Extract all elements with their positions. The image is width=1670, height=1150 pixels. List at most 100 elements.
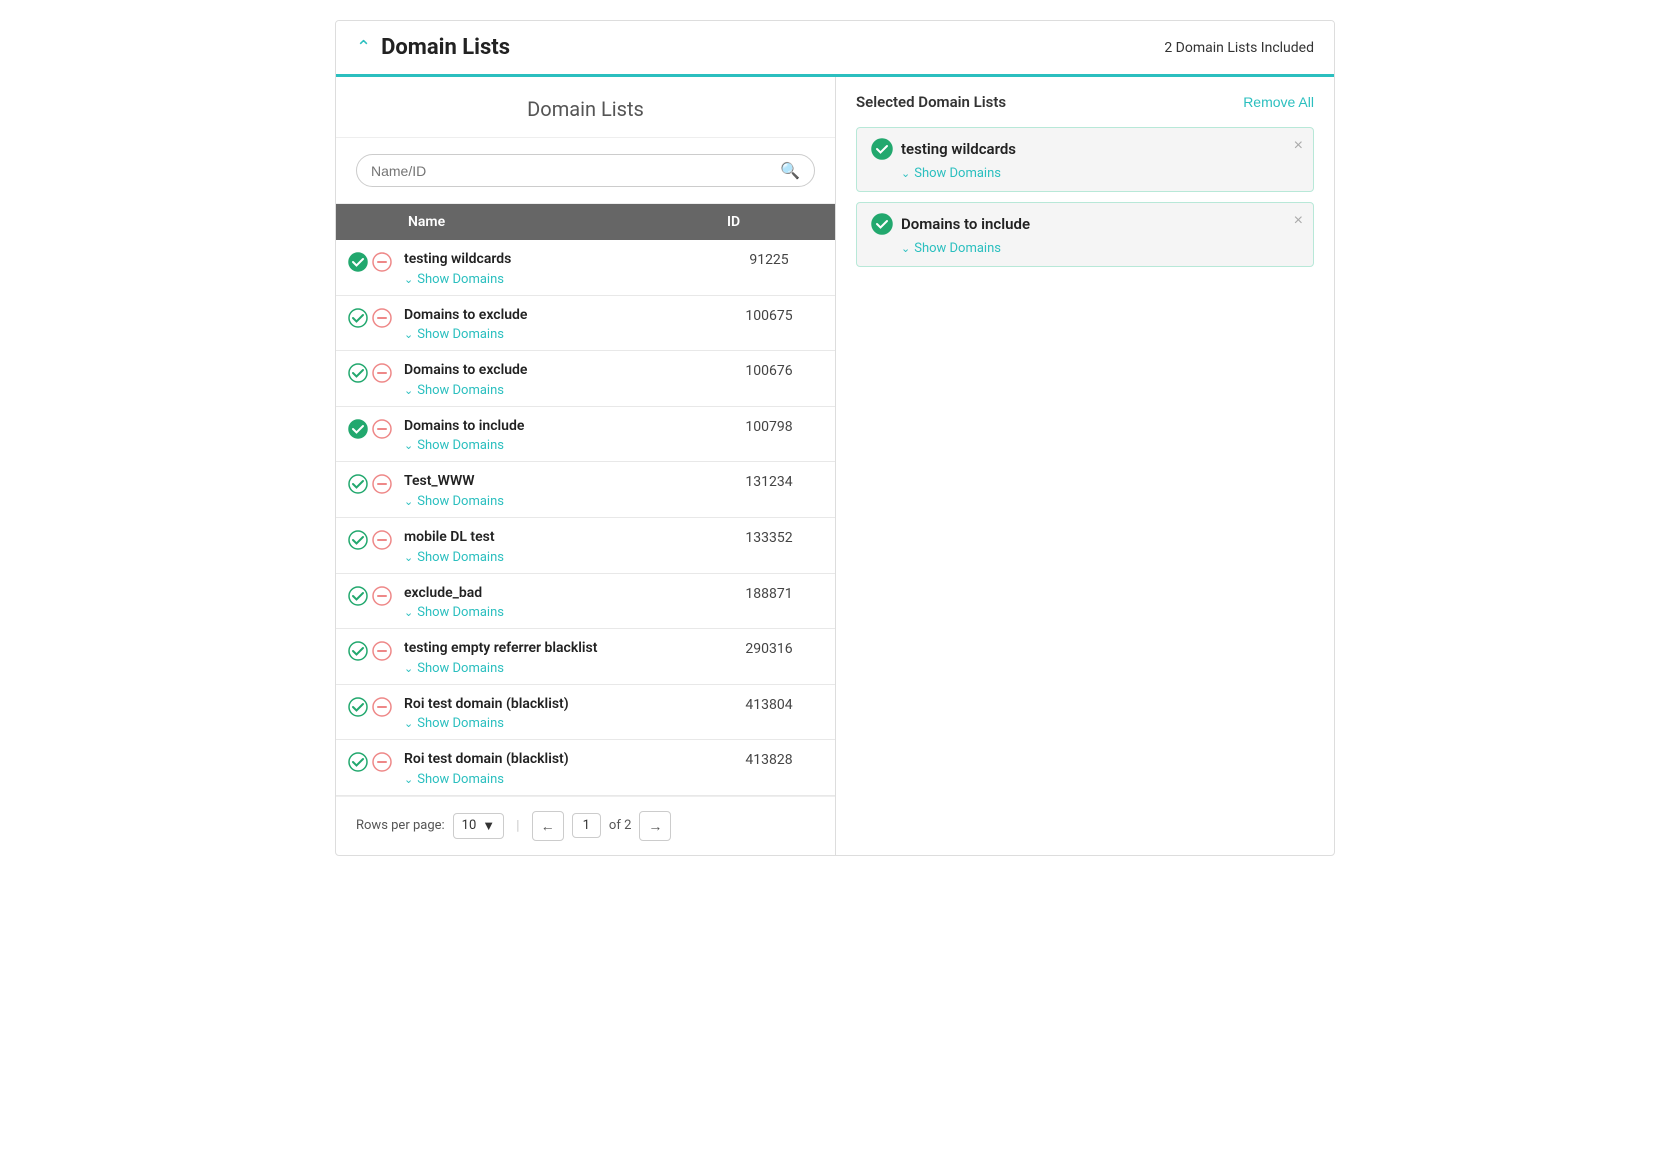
row-check-icon[interactable] xyxy=(348,697,368,717)
selected-item-name: testing wildcards xyxy=(901,140,1016,158)
table-row: Domains to include ⌄ Show Domains 100798 xyxy=(336,407,835,463)
show-domains-link[interactable]: ⌄ Show Domains xyxy=(404,494,504,509)
th-checkbox xyxy=(336,204,396,240)
table-row: Domains to exclude ⌄ Show Domains 100676 xyxy=(336,351,835,407)
row-content: exclude_bad ⌄ Show Domains xyxy=(396,584,715,621)
row-controls xyxy=(336,584,396,606)
row-controls xyxy=(336,750,396,772)
search-icon: 🔍 xyxy=(780,161,800,180)
show-domains-label: Show Domains xyxy=(417,383,504,398)
row-check-icon[interactable] xyxy=(348,363,368,383)
row-id: 131234 xyxy=(715,472,835,490)
row-minus-icon[interactable] xyxy=(372,752,392,772)
row-check-icon[interactable] xyxy=(348,530,368,550)
search-box: 🔍 xyxy=(356,154,815,187)
row-minus-icon[interactable] xyxy=(372,697,392,717)
table-row: testing empty referrer blacklist ⌄ Show … xyxy=(336,629,835,685)
table-row: testing wildcards ⌄ Show Domains 91225 xyxy=(336,240,835,296)
rows-per-page-value: 10 xyxy=(462,818,477,833)
row-check-icon[interactable] xyxy=(348,752,368,772)
row-content: Roi test domain (blacklist) ⌄ Show Domai… xyxy=(396,695,715,732)
row-name: Test_WWW xyxy=(404,472,707,492)
left-panel-title: Domain Lists xyxy=(336,77,835,138)
row-name: Domains to include xyxy=(404,417,707,437)
show-domains-link[interactable]: ⌄ Show Domains xyxy=(404,383,504,398)
show-domains-link[interactable]: ⌄ Show Domains xyxy=(404,605,504,620)
row-content: Domains to exclude ⌄ Show Domains xyxy=(396,306,715,343)
show-domains-chevron-icon: ⌄ xyxy=(404,495,413,508)
selected-show-domains-link[interactable]: ⌄ Show Domains xyxy=(901,166,1001,181)
show-domains-label: Show Domains xyxy=(417,550,504,565)
rows-per-page-select[interactable]: 10 ▼ xyxy=(453,813,505,839)
row-id: 290316 xyxy=(715,639,835,657)
row-minus-icon[interactable] xyxy=(372,474,392,494)
show-domains-chevron-icon: ⌄ xyxy=(404,606,413,619)
left-panel: Domain Lists 🔍 Name ID xyxy=(336,77,836,855)
show-domains-chevron-icon: ⌄ xyxy=(404,439,413,452)
th-name: Name xyxy=(396,204,715,240)
row-minus-icon[interactable] xyxy=(372,641,392,661)
show-domains-link[interactable]: ⌄ Show Domains xyxy=(404,550,504,565)
row-minus-icon[interactable] xyxy=(372,363,392,383)
search-input[interactable] xyxy=(371,163,772,179)
show-domains-label: Show Domains xyxy=(417,327,504,342)
show-domains-link[interactable]: ⌄ Show Domains xyxy=(404,327,504,342)
row-minus-icon[interactable] xyxy=(372,419,392,439)
row-content: mobile DL test ⌄ Show Domains xyxy=(396,528,715,565)
show-domains-link[interactable]: ⌄ Show Domains xyxy=(404,716,504,731)
show-domains-label: Show Domains xyxy=(417,716,504,731)
row-check-icon[interactable] xyxy=(348,252,368,272)
table-header: Name ID xyxy=(336,204,835,240)
row-name: exclude_bad xyxy=(404,584,707,604)
row-id: 413828 xyxy=(715,750,835,768)
selected-show-domains-label: Show Domains xyxy=(914,166,1001,181)
row-name: Domains to exclude xyxy=(404,306,707,326)
row-content: Domains to include ⌄ Show Domains xyxy=(396,417,715,454)
prev-page-button[interactable]: ← xyxy=(532,811,564,841)
row-id: 100675 xyxy=(715,306,835,324)
show-domains-link[interactable]: ⌄ Show Domains xyxy=(404,661,504,676)
row-check-icon[interactable] xyxy=(348,474,368,494)
table-row: Roi test domain (blacklist) ⌄ Show Domai… xyxy=(336,740,835,796)
remove-all-button[interactable]: Remove All xyxy=(1243,94,1314,110)
table-row: Roi test domain (blacklist) ⌄ Show Domai… xyxy=(336,685,835,741)
row-id: 100798 xyxy=(715,417,835,435)
selected-show-domains-chevron-icon: ⌄ xyxy=(901,167,910,180)
show-domains-link[interactable]: ⌄ Show Domains xyxy=(404,272,504,287)
table-rows-container: testing wildcards ⌄ Show Domains 91225 xyxy=(336,240,835,796)
rows-per-page-label: Rows per page: xyxy=(356,818,445,833)
panel-count: 2 Domain Lists Included xyxy=(1164,40,1314,56)
show-domains-label: Show Domains xyxy=(417,605,504,620)
show-domains-link[interactable]: ⌄ Show Domains xyxy=(404,438,504,453)
row-minus-icon[interactable] xyxy=(372,308,392,328)
page-of-label: of 2 xyxy=(609,818,631,833)
right-panel-header: Selected Domain Lists Remove All xyxy=(856,93,1314,111)
table-row: Domains to exclude ⌄ Show Domains 100675 xyxy=(336,296,835,352)
row-controls xyxy=(336,639,396,661)
row-name: mobile DL test xyxy=(404,528,707,548)
show-domains-chevron-icon: ⌄ xyxy=(404,384,413,397)
show-domains-label: Show Domains xyxy=(417,438,504,453)
next-page-button[interactable]: → xyxy=(639,811,671,841)
show-domains-label: Show Domains xyxy=(417,272,504,287)
row-minus-icon[interactable] xyxy=(372,586,392,606)
row-content: Test_WWW ⌄ Show Domains xyxy=(396,472,715,509)
row-controls xyxy=(336,417,396,439)
show-domains-link[interactable]: ⌄ Show Domains xyxy=(404,772,504,787)
selected-item-close-button[interactable]: × xyxy=(1294,138,1303,154)
table-row: mobile DL test ⌄ Show Domains 133352 xyxy=(336,518,835,574)
row-check-icon[interactable] xyxy=(348,641,368,661)
selected-item-close-button[interactable]: × xyxy=(1294,213,1303,229)
show-domains-chevron-icon: ⌄ xyxy=(404,551,413,564)
row-controls xyxy=(336,472,396,494)
row-check-icon[interactable] xyxy=(348,308,368,328)
row-id: 100676 xyxy=(715,361,835,379)
row-check-icon[interactable] xyxy=(348,419,368,439)
collapse-icon[interactable]: ⌃ xyxy=(356,39,371,57)
selected-check-icon xyxy=(871,138,893,160)
right-panel: Selected Domain Lists Remove All testing… xyxy=(836,77,1334,855)
row-minus-icon[interactable] xyxy=(372,252,392,272)
selected-show-domains-link[interactable]: ⌄ Show Domains xyxy=(901,241,1001,256)
row-check-icon[interactable] xyxy=(348,586,368,606)
row-minus-icon[interactable] xyxy=(372,530,392,550)
